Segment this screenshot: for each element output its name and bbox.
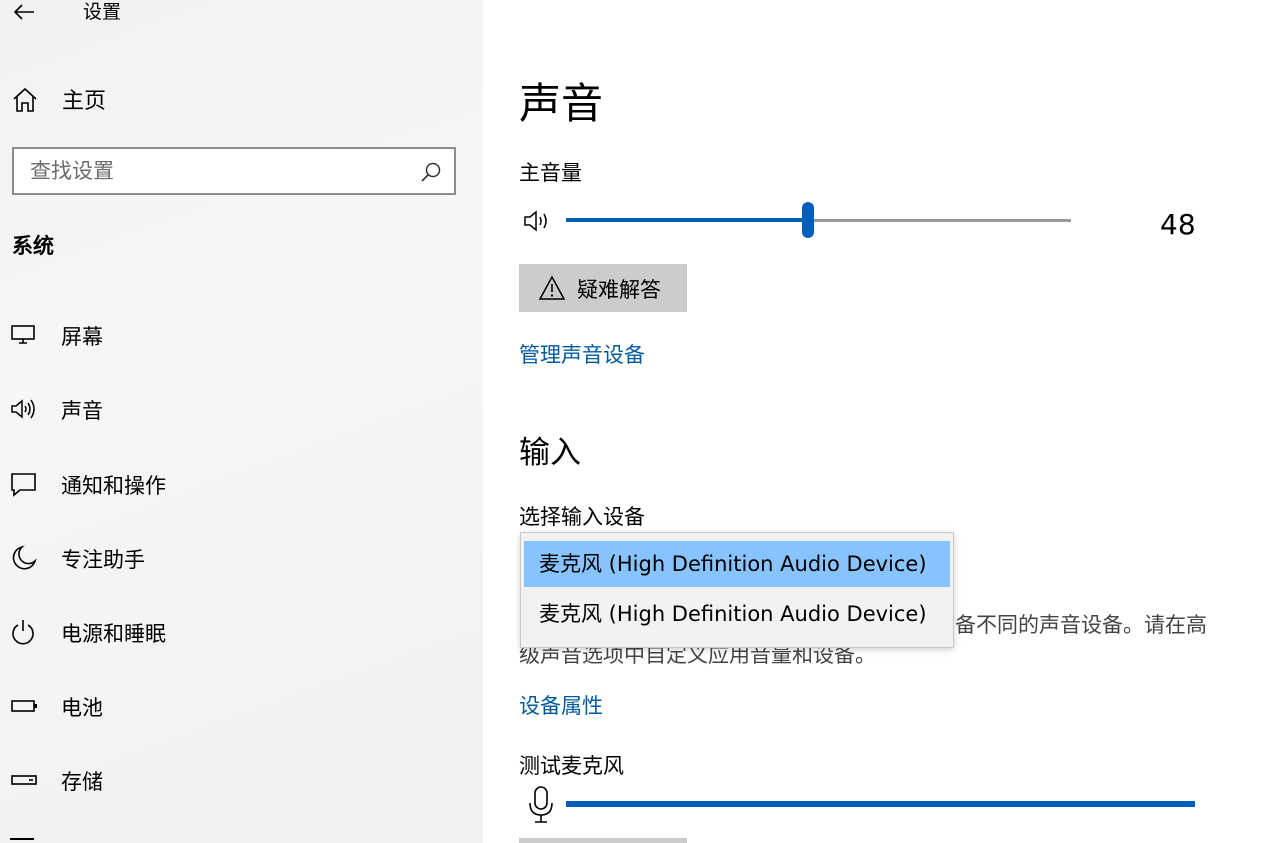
search-box <box>12 147 456 195</box>
sidebar-item-battery[interactable]: 电池 <box>0 684 483 728</box>
back-arrow-icon <box>13 4 34 20</box>
sidebar-item-label: 屏幕 <box>61 325 103 349</box>
app-title: 设置 <box>83 1 122 23</box>
storage-icon <box>11 775 37 785</box>
sidebar: 设置 主页 系统 屏幕 <box>0 0 483 843</box>
moon-icon <box>12 545 37 570</box>
page-title: 声音 <box>519 79 604 128</box>
slider-thumb[interactable] <box>802 202 815 238</box>
sidebar-item-display[interactable]: 屏幕 <box>0 313 483 357</box>
sidebar-item-label: 存储 <box>61 770 103 794</box>
sidebar-item-home[interactable]: 主页 <box>0 78 483 120</box>
troubleshoot-button[interactable]: 疑难解答 <box>519 264 687 312</box>
select-input-device-label: 选择输入设备 <box>519 505 645 529</box>
sidebar-item-label: 电源和睡眠 <box>61 622 166 646</box>
settings-window: 设置 主页 系统 屏幕 <box>0 0 1280 843</box>
input-section-title: 输入 <box>519 435 581 471</box>
search-input[interactable] <box>14 149 420 193</box>
sidebar-item-sound[interactable]: 声音 <box>0 387 483 431</box>
next-item-icon-edge <box>10 838 34 840</box>
volume-icon[interactable] <box>523 207 553 235</box>
search-icon[interactable] <box>420 161 442 183</box>
troubleshoot-label: 疑难解答 <box>577 279 661 302</box>
power-icon <box>12 620 34 645</box>
microphone-level-meter <box>566 801 1195 807</box>
sidebar-item-focus-assist[interactable]: 专注助手 <box>0 536 483 580</box>
input-device-dropdown[interactable]: 麦克风 (High Definition Audio Device) 麦克风 (… <box>520 532 954 648</box>
sidebar-item-label: 通知和操作 <box>61 474 166 498</box>
back-button[interactable] <box>6 0 42 24</box>
sidebar-item-label: 主页 <box>62 89 107 114</box>
input-device-option[interactable]: 麦克风 (High Definition Audio Device) <box>524 541 950 587</box>
master-volume-label: 主音量 <box>519 161 582 185</box>
slider-fill <box>566 218 809 222</box>
battery-icon <box>11 700 37 712</box>
home-icon <box>13 87 37 112</box>
sidebar-item-notifications[interactable]: 通知和操作 <box>0 462 483 506</box>
microphone-icon <box>529 786 553 823</box>
notification-icon <box>11 473 36 497</box>
sidebar-item-label: 电池 <box>61 696 103 720</box>
monitor-icon <box>11 325 35 344</box>
sidebar-item-label: 声音 <box>61 399 103 423</box>
next-button-edge <box>519 838 687 843</box>
main-content: 声音 主音量 48 疑难解答 管理声音设备 输入 选择输入设备 备不同的声音设备… <box>483 0 1280 843</box>
section-heading-system: 系统 <box>12 234 54 258</box>
input-device-option[interactable]: 麦克风 (High Definition Audio Device) <box>524 591 950 637</box>
device-properties-link[interactable]: 设备属性 <box>519 690 603 720</box>
speaker-icon <box>11 399 35 419</box>
sidebar-item-storage[interactable]: 存储 <box>0 758 483 802</box>
test-microphone-label: 测试麦克风 <box>519 754 624 778</box>
sidebar-item-label: 专注助手 <box>61 548 145 572</box>
master-volume-slider[interactable] <box>566 202 1071 238</box>
manage-sound-devices-link[interactable]: 管理声音设备 <box>519 339 645 369</box>
warning-icon <box>539 275 565 300</box>
volume-value: 48 <box>1160 208 1196 241</box>
sidebar-item-power-sleep[interactable]: 电源和睡眠 <box>0 610 483 654</box>
